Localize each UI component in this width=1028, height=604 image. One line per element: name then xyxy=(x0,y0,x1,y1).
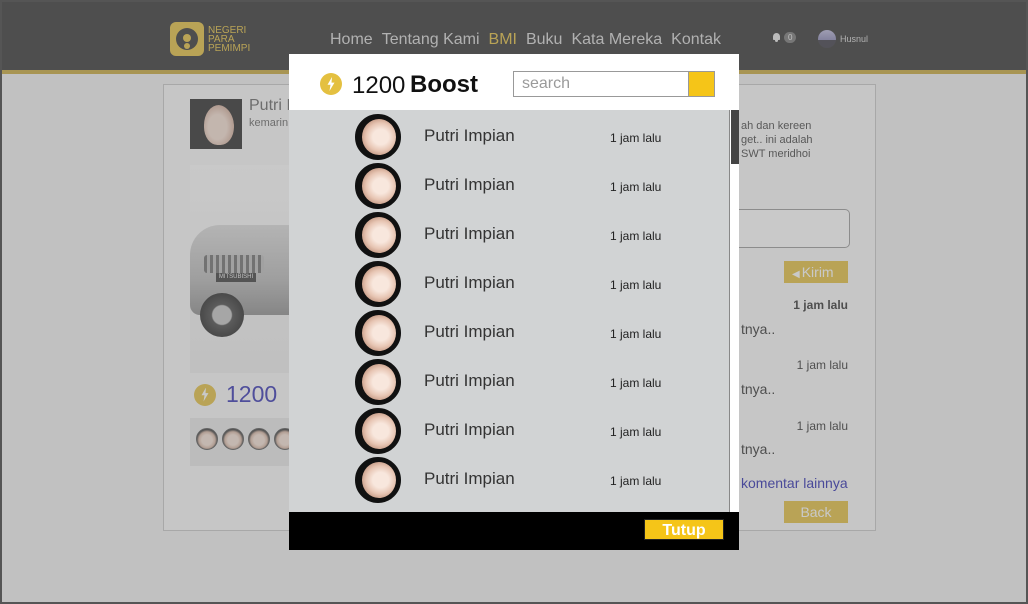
avatar xyxy=(355,261,401,307)
modal-header: 1200 Boost xyxy=(289,54,739,110)
item-time: 1 jam lalu xyxy=(610,278,662,292)
avatar xyxy=(355,457,401,503)
item-name: Putri Impian xyxy=(424,371,515,390)
avatar xyxy=(355,114,401,160)
list-item[interactable]: Putri Impian 1 jam lalu xyxy=(289,208,729,258)
item-time: 1 jam lalu xyxy=(610,425,662,439)
item-name: Putri Impian xyxy=(424,273,515,292)
item-time: 1 jam lalu xyxy=(610,229,662,243)
item-time: 1 jam lalu xyxy=(610,327,662,341)
item-name: Putri Impian xyxy=(424,175,515,194)
modal-title: Boost xyxy=(410,71,478,98)
item-time: 1 jam lalu xyxy=(610,131,662,145)
list-item[interactable]: Putri Impian 1 jam lalu xyxy=(289,110,729,160)
list-item[interactable]: Putri Impian 1 jam lalu xyxy=(289,306,729,356)
avatar xyxy=(355,408,401,454)
item-time: 1 jam lalu xyxy=(610,180,662,194)
search-button[interactable] xyxy=(688,71,715,97)
scrollbar-thumb[interactable] xyxy=(731,110,739,164)
list-item[interactable]: Putri Impian 1 jam lalu xyxy=(289,257,729,307)
avatar xyxy=(355,359,401,405)
booster-list: Putri Impian 1 jam lalu Putri Impian 1 j… xyxy=(289,110,739,512)
list-item[interactable]: Putri Impian 1 jam lalu xyxy=(289,355,729,405)
close-button[interactable]: Tutup xyxy=(644,519,724,540)
list-scrollbar[interactable] xyxy=(729,110,739,512)
avatar xyxy=(355,163,401,209)
boost-modal: 1200 Boost Putri Impian 1 jam lalu Putri… xyxy=(289,54,739,550)
modal-boost-count: 1200 xyxy=(352,72,406,99)
list-item[interactable]: Putri Impian 1 jam lalu xyxy=(289,453,729,503)
modal-footer: Tutup xyxy=(289,512,739,550)
item-time: 1 jam lalu xyxy=(610,376,662,390)
item-name: Putri Impian xyxy=(424,420,515,439)
item-name: Putri Impian xyxy=(424,469,515,488)
item-name: Putri Impian xyxy=(424,224,515,243)
item-name: Putri Impian xyxy=(424,126,515,145)
item-name: Putri Impian xyxy=(424,322,515,341)
avatar xyxy=(355,212,401,258)
item-time: 1 jam lalu xyxy=(610,474,662,488)
avatar xyxy=(355,310,401,356)
lightning-icon xyxy=(320,73,342,95)
search-input[interactable] xyxy=(513,71,689,97)
list-item[interactable]: Putri Impian 1 jam lalu xyxy=(289,159,729,209)
list-item[interactable]: Putri Impian 1 jam lalu xyxy=(289,404,729,454)
